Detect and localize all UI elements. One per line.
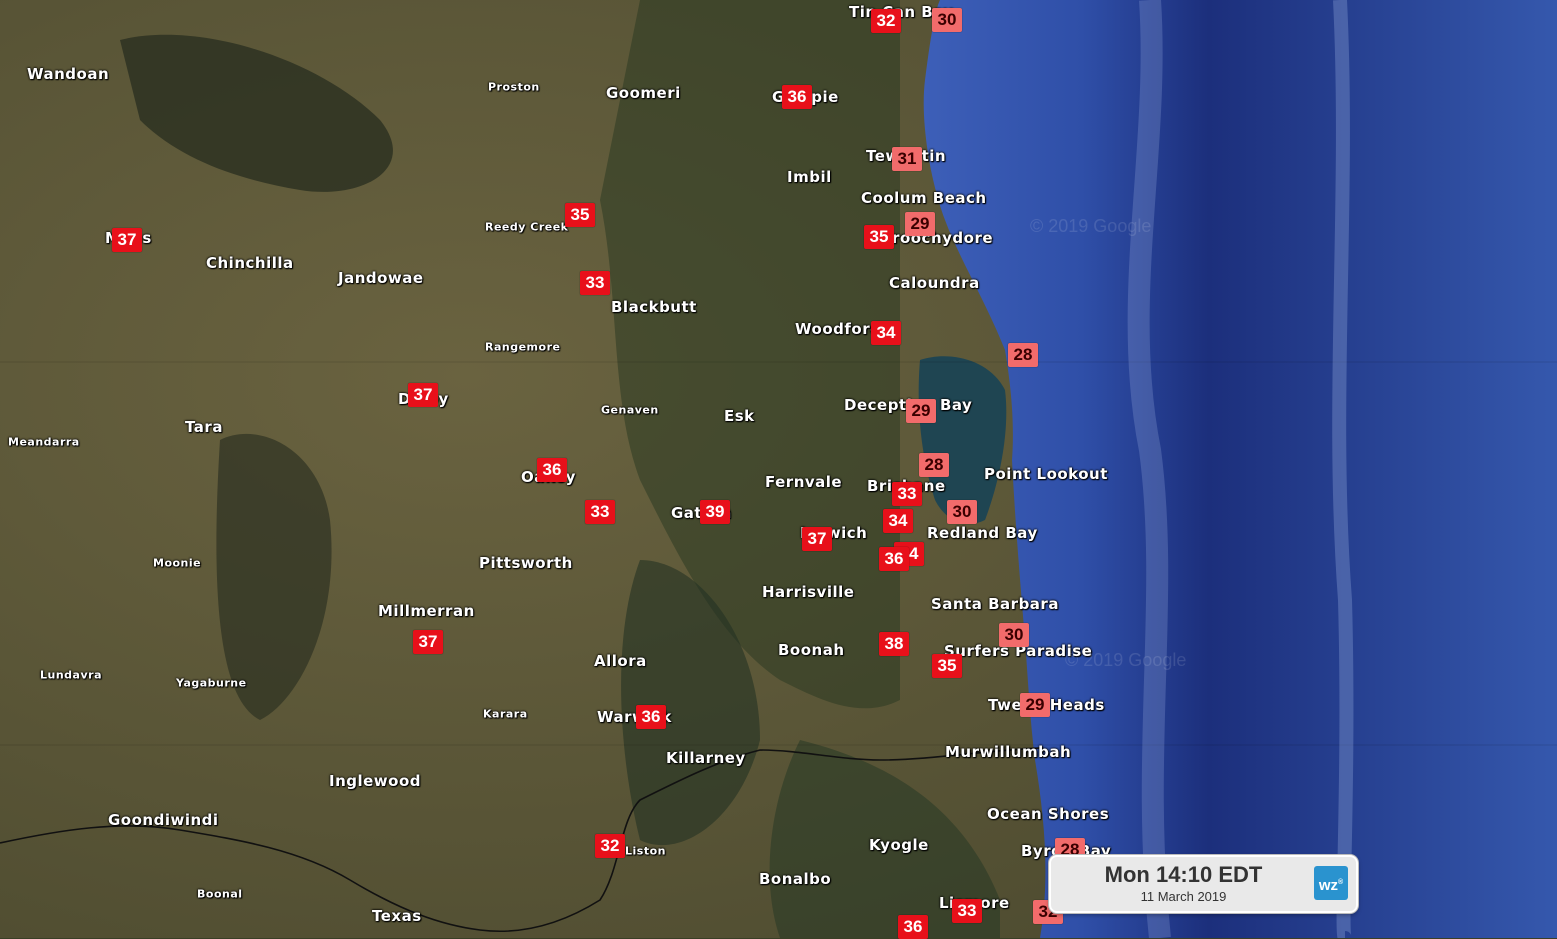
temperature-marker[interactable]: 37 — [408, 383, 438, 407]
place-label: Genaven — [601, 403, 659, 417]
place-label: Rangemore — [485, 340, 561, 354]
place-label: Goomeri — [606, 84, 681, 102]
temperature-marker[interactable]: 30 — [947, 500, 977, 524]
temperature-marker[interactable]: 37 — [112, 228, 142, 252]
place-label: Imbil — [787, 168, 832, 186]
place-label: Lundavra — [40, 668, 102, 682]
place-label: Yagaburne — [176, 676, 247, 690]
temperature-marker[interactable]: 36 — [636, 705, 666, 729]
temperature-marker[interactable]: 34 — [871, 321, 901, 345]
temperature-marker[interactable]: 29 — [1020, 693, 1050, 717]
place-label: Blackbutt — [611, 298, 697, 316]
place-label: Wandoan — [27, 65, 110, 83]
temperature-marker[interactable]: 33 — [952, 899, 982, 923]
temperature-marker[interactable]: 33 — [892, 482, 922, 506]
place-label: Coolum Beach — [861, 189, 987, 207]
place-label: Ocean Shores — [987, 805, 1110, 823]
temperature-marker[interactable]: 32 — [595, 834, 625, 858]
temperature-marker[interactable]: 36 — [879, 547, 909, 571]
place-label: Killarney — [666, 749, 746, 767]
temperature-marker[interactable]: 30 — [999, 623, 1029, 647]
place-label: Harrisville — [762, 583, 855, 601]
temperature-marker[interactable]: 36 — [537, 458, 567, 482]
temperature-marker[interactable]: 35 — [932, 654, 962, 678]
temperature-marker[interactable]: 28 — [1008, 343, 1038, 367]
place-label: Boonah — [778, 641, 845, 659]
place-label: Chinchilla — [206, 254, 294, 272]
temperature-marker[interactable]: 30 — [932, 8, 962, 32]
timestamp-date: 11 March 2019 — [1140, 889, 1227, 904]
temperature-marker[interactable]: 33 — [580, 271, 610, 295]
place-label: Tara — [185, 418, 223, 436]
temperature-marker[interactable]: 32 — [871, 9, 901, 33]
temperature-marker[interactable]: 31 — [892, 147, 922, 171]
temperature-marker[interactable]: 28 — [919, 453, 949, 477]
seafloor-ridge — [1127, 0, 1171, 938]
place-label: Karara — [483, 707, 528, 721]
place-label: Caloundra — [889, 274, 980, 292]
temperature-marker[interactable]: 36 — [782, 85, 812, 109]
place-label: Kyogle — [869, 836, 929, 854]
temperature-marker[interactable]: 29 — [906, 399, 936, 423]
temperature-marker[interactable]: 34 — [883, 509, 913, 533]
timestamp-panel: Mon 14:10 EDT 11 March 2019 wz® — [1049, 855, 1358, 913]
satellite-map[interactable] — [0, 0, 1557, 938]
place-label: Fernvale — [765, 473, 843, 491]
temperature-marker[interactable]: 33 — [585, 500, 615, 524]
place-label: Inglewood — [329, 772, 422, 790]
place-label: Redland Bay — [927, 524, 1038, 542]
place-label: Texas — [372, 907, 422, 925]
timestamp-time: Mon 14:10 EDT — [1104, 862, 1263, 887]
place-label: Point Lookout — [984, 465, 1108, 483]
temperature-marker[interactable]: 29 — [905, 212, 935, 236]
place-label: Proston — [488, 80, 540, 94]
logo-registered-mark: ® — [1338, 879, 1344, 886]
temperature-marker[interactable]: 37 — [802, 527, 832, 551]
place-label: Goondiwindi — [108, 811, 219, 829]
temperature-marker[interactable]: 37 — [413, 630, 443, 654]
temperature-marker[interactable]: 38 — [879, 632, 909, 656]
place-label: Boonal — [197, 887, 243, 901]
place-label: Reedy Creek — [485, 220, 569, 234]
temperature-marker[interactable]: 39 — [700, 500, 730, 524]
place-label: Meandarra — [8, 435, 80, 449]
place-label: Murwillumbah — [945, 743, 1072, 761]
temperature-marker[interactable]: 35 — [565, 203, 595, 227]
map-watermark: © 2019 Google — [1030, 216, 1152, 236]
place-label: Millmerran — [378, 602, 475, 620]
place-label: Woodford — [795, 320, 882, 338]
place-label: Bonalbo — [759, 870, 832, 888]
place-label: Jandowae — [338, 269, 424, 287]
place-label: Santa Barbara — [931, 595, 1059, 613]
weatherzone-logo-icon[interactable]: wz® — [1314, 866, 1348, 900]
temperature-marker[interactable]: 35 — [864, 225, 894, 249]
place-label: Esk — [724, 407, 755, 425]
temperature-marker[interactable]: 36 — [898, 915, 928, 939]
logo-text: wz — [1318, 877, 1338, 894]
map-watermark: © 2019 Google — [1065, 650, 1187, 670]
place-label: Allora — [594, 652, 647, 670]
seafloor-ridge — [1332, 0, 1354, 938]
place-label: Liston — [625, 844, 666, 858]
place-label: Pittsworth — [479, 554, 573, 572]
place-label: Moonie — [153, 556, 202, 570]
